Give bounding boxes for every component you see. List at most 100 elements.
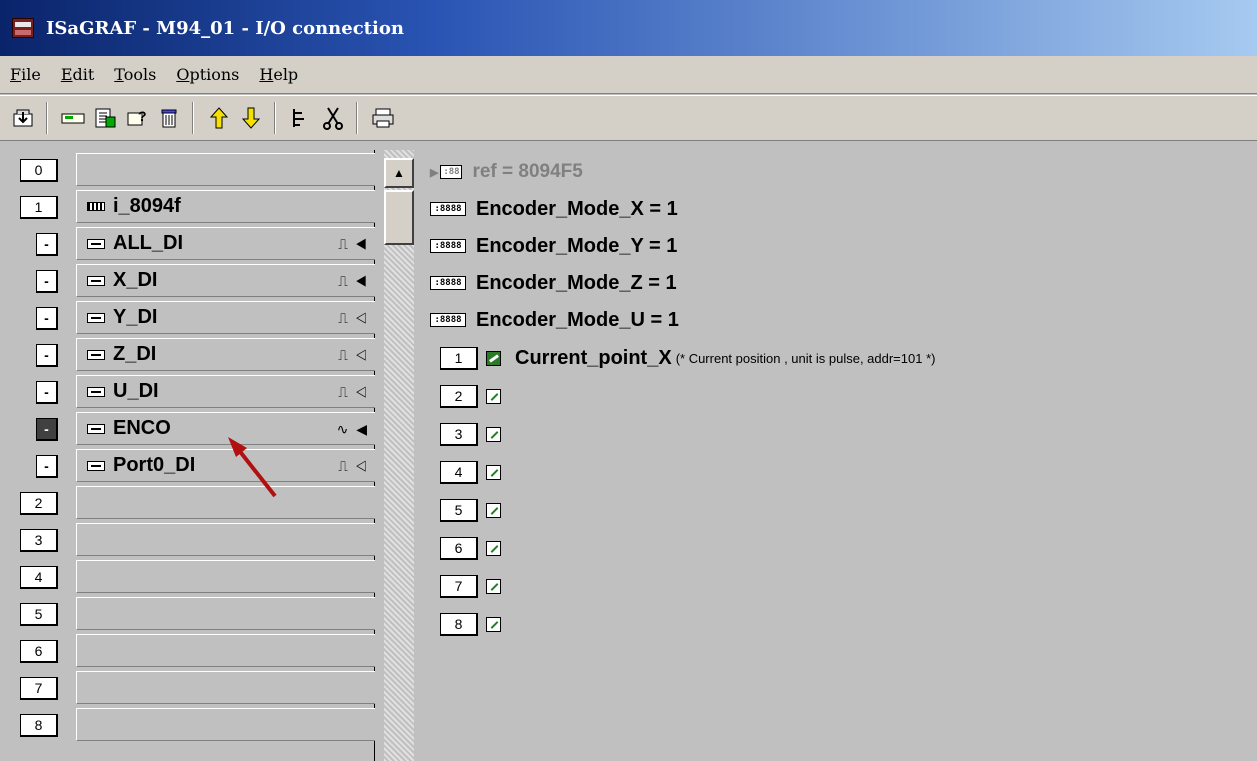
sub-item-all-di[interactable]: - ALL_DI ⎍ ◀: [8, 224, 375, 260]
slot-cell[interactable]: [76, 708, 375, 741]
tree-icon[interactable]: [286, 103, 316, 133]
free-channel-icon: [486, 388, 501, 404]
slot-cell[interactable]: [76, 560, 375, 593]
channel-row-7[interactable]: 7: [440, 567, 515, 605]
param-encoder-mode-u[interactable]: :8888 Encoder_Mode_U = 1: [430, 302, 679, 338]
slot-row-7[interactable]: 7: [8, 668, 375, 704]
scroll-up-button[interactable]: ▲: [384, 158, 414, 188]
channel-number[interactable]: 2: [440, 384, 478, 408]
channel-number[interactable]: 7: [440, 574, 478, 598]
slot-cell[interactable]: X_DI ⎍ ◀: [76, 264, 375, 297]
slot-cell[interactable]: Z_DI ⎍ ◁: [76, 338, 375, 371]
open-icon[interactable]: [8, 103, 38, 133]
slot-cell[interactable]: ALL_DI ⎍ ◀: [76, 227, 375, 260]
slot-cell[interactable]: Port0_DI ⎍ ◁: [76, 449, 375, 482]
scroll-thumb[interactable]: [384, 190, 414, 245]
io-group-icon: [87, 349, 105, 360]
channel-row-6[interactable]: 6: [440, 529, 515, 567]
svg-text:?: ?: [138, 108, 147, 124]
board-ref-param[interactable]: ▶:88 ref = 8094F5: [430, 154, 583, 190]
slot-number[interactable]: 2: [20, 492, 58, 515]
slot-number[interactable]: 3: [20, 529, 58, 552]
io-group-name: ENCO: [113, 417, 171, 439]
properties-icon[interactable]: ?: [122, 103, 152, 133]
list-icon[interactable]: [90, 103, 120, 133]
sub-item-u-di[interactable]: - U_DI ⎍ ◁: [8, 372, 375, 408]
slot-cell[interactable]: ENCO ∿ ◀: [76, 412, 375, 445]
sub-item-enco[interactable]: - ENCO ∿ ◀: [8, 409, 375, 445]
channel-row-1[interactable]: 1 Current_point_X (* Current position , …: [440, 339, 935, 377]
sub-item-x-di[interactable]: - X_DI ⎍ ◀: [8, 261, 375, 297]
toolbar: ?: [0, 95, 1257, 141]
slot-row-3[interactable]: 3: [8, 520, 375, 556]
channel-row-4[interactable]: 4: [440, 453, 515, 491]
move-down-icon[interactable]: [236, 103, 266, 133]
param-encoder-mode-y[interactable]: :8888 Encoder_Mode_Y = 1: [430, 228, 677, 264]
channel-number[interactable]: 5: [440, 498, 478, 522]
slot-row-1[interactable]: 1 i_8094f: [8, 187, 375, 223]
menu-tools[interactable]: Tools: [112, 63, 158, 86]
slot-cell[interactable]: [76, 153, 375, 186]
slot-row-6[interactable]: 6: [8, 631, 375, 667]
slot-cell[interactable]: [76, 523, 375, 556]
channel-number[interactable]: 8: [440, 612, 478, 636]
slot-number[interactable]: 4: [20, 566, 58, 589]
slot-cell[interactable]: U_DI ⎍ ◁: [76, 375, 375, 408]
collapse-toggle[interactable]: -: [36, 233, 58, 256]
channel-number[interactable]: 1: [440, 346, 478, 370]
board-icon[interactable]: [58, 103, 88, 133]
channel-row-2[interactable]: 2: [440, 377, 515, 415]
slot-number[interactable]: 5: [20, 603, 58, 626]
slot-cell[interactable]: [76, 597, 375, 630]
menu-file[interactable]: File: [8, 63, 43, 86]
sub-item-z-di[interactable]: - Z_DI ⎍ ◁: [8, 335, 375, 371]
channel-row-5[interactable]: 5: [440, 491, 515, 529]
slot-cell[interactable]: i_8094f: [76, 190, 375, 223]
collapse-toggle[interactable]: -: [36, 455, 58, 478]
param-encoder-mode-x[interactable]: :8888 Encoder_Mode_X = 1: [430, 191, 678, 227]
slot-row-5[interactable]: 5: [8, 594, 375, 630]
slot-number[interactable]: 1: [20, 196, 58, 219]
vertical-scrollbar[interactable]: ▲: [384, 150, 414, 761]
slot-row-4[interactable]: 4: [8, 557, 375, 593]
collapse-toggle[interactable]: -: [36, 381, 58, 404]
print-icon[interactable]: [368, 103, 398, 133]
app-icon[interactable]: [12, 18, 34, 38]
slot-row-2[interactable]: 2: [8, 483, 375, 519]
move-up-icon[interactable]: [204, 103, 234, 133]
menu-edit[interactable]: Edit: [59, 63, 96, 86]
slot-row-0[interactable]: 0: [8, 150, 375, 186]
sub-item-y-di[interactable]: - Y_DI ⎍ ◁: [8, 298, 375, 334]
menu-bar: File Edit Tools Options Help: [0, 56, 1257, 94]
io-type-marks: ⎍ ◀: [338, 236, 369, 252]
channel-number[interactable]: 4: [440, 460, 478, 484]
cut-icon[interactable]: [318, 103, 348, 133]
param-encoder-mode-z[interactable]: :8888 Encoder_Mode_Z = 1: [430, 265, 677, 301]
channel-row-3[interactable]: 3: [440, 415, 515, 453]
slot-number[interactable]: 6: [20, 640, 58, 663]
menu-options[interactable]: Options: [174, 63, 241, 86]
delete-icon[interactable]: [154, 103, 184, 133]
slot-number[interactable]: 0: [20, 159, 58, 182]
channel-number[interactable]: 6: [440, 536, 478, 560]
slot-number[interactable]: 8: [20, 714, 58, 737]
slot-row-8[interactable]: 8: [8, 705, 375, 741]
free-channel-icon: [486, 616, 501, 632]
slot-number[interactable]: 7: [20, 677, 58, 700]
collapse-toggle[interactable]: -: [36, 344, 58, 367]
slot-cell[interactable]: [76, 671, 375, 704]
slot-list: 0 1 i_8094f - ALL_DI ⎍ ◀ - X_DI ⎍ ◀ - Y_…: [8, 150, 375, 761]
board-name: i_8094f: [113, 195, 181, 217]
collapse-toggle[interactable]: -: [36, 270, 58, 293]
menu-help[interactable]: Help: [257, 63, 300, 86]
channel-number[interactable]: 3: [440, 422, 478, 446]
collapse-toggle[interactable]: -: [36, 418, 58, 441]
io-group-icon: [87, 423, 105, 434]
channel-row-8[interactable]: 8: [440, 605, 515, 643]
slot-cell[interactable]: [76, 486, 375, 519]
collapse-toggle[interactable]: -: [36, 307, 58, 330]
slot-cell[interactable]: [76, 634, 375, 667]
window-title: ISaGRAF - M94_01 - I/O connection: [46, 17, 404, 39]
sub-item-port0-di[interactable]: - Port0_DI ⎍ ◁: [8, 446, 375, 482]
slot-cell[interactable]: Y_DI ⎍ ◁: [76, 301, 375, 334]
